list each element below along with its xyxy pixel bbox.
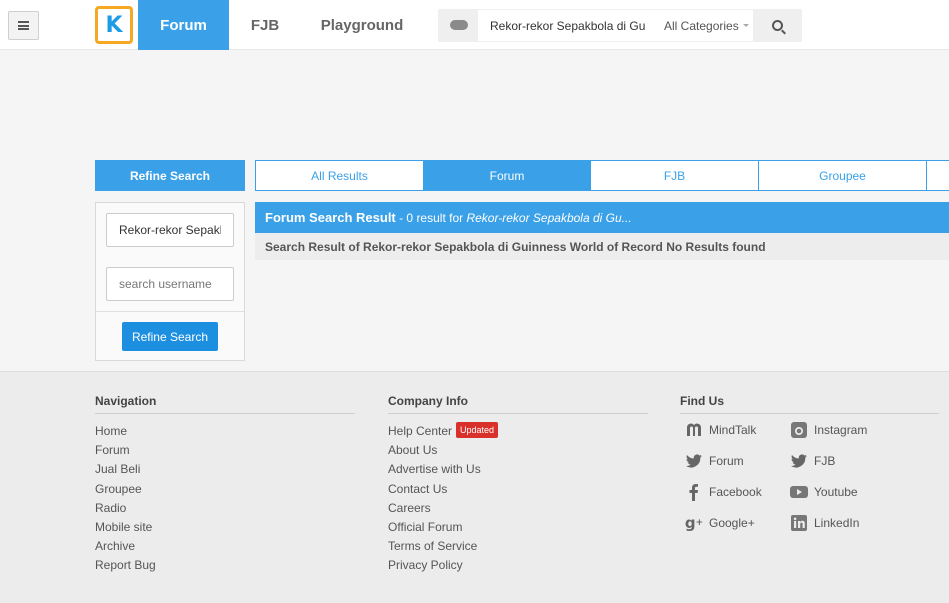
facebook-icon [685,483,703,501]
logo-letter: K [105,12,123,38]
footer-link-advertise[interactable]: Advertise with Us [388,460,648,479]
tab-overflow[interactable] [926,160,949,191]
footer-company-title: Company Info [388,394,648,414]
caret-down-icon [743,24,749,27]
social-label: Forum [709,454,744,468]
tab-groupee[interactable]: Groupee [758,160,927,191]
social-label: FJB [814,454,836,468]
social-label: LinkedIn [814,516,860,530]
refine-search-button[interactable]: Refine Search [122,322,218,351]
keyword-input[interactable] [106,213,234,247]
social-label: Instagram [814,423,868,437]
footer-link-about-us[interactable]: About Us [388,441,648,460]
nav-tab-fjb[interactable]: FJB [229,0,301,50]
refine-search-header: Refine Search [95,160,245,191]
search-bar: All Categories [438,9,802,42]
youtube-icon [790,483,808,501]
linkedin-icon [790,514,808,532]
social-link-twitter-fjb[interactable]: FJB [790,451,835,471]
footer-link-contact-us[interactable]: Contact Us [388,480,648,499]
result-header: Forum Search Result - 0 result for Rekor… [255,202,949,233]
tab-fjb[interactable]: FJB [590,160,759,191]
kaskus-logo[interactable]: K [95,6,133,44]
social-label: Google+ [709,516,755,530]
footer-link-home[interactable]: Home [95,422,355,441]
nav-tab-forum[interactable]: Forum [138,0,229,50]
footer-company: Company Info Help Center Updated About Us… [388,394,648,576]
footer-link-archive[interactable]: Archive [95,537,355,556]
social-label: Youtube [814,485,858,499]
hamburger-menu-button[interactable] [8,11,39,40]
tab-all-results[interactable]: All Results [255,160,424,191]
tab-forum[interactable]: Forum [423,160,591,191]
instagram-icon [790,421,808,439]
googleplus-icon: g + [684,514,704,532]
divider [96,311,244,312]
chat-bubble-icon [450,20,468,30]
footer-link-forum[interactable]: Forum [95,441,355,460]
social-link-googleplus[interactable]: g + Google+ [685,513,755,533]
refine-search-panel: Refine Search [95,202,245,361]
result-title: Forum Search Result [265,210,396,225]
result-count: - 0 result for [395,210,467,225]
footer: Navigation Home Forum Jual Beli Groupee … [0,371,949,603]
footer-find-us-title: Find Us [680,394,939,414]
category-dropdown[interactable]: All Categories [658,10,753,41]
updated-badge: Updated [456,422,499,438]
footer-link-official-forum[interactable]: Official Forum [388,518,648,537]
social-link-instagram[interactable]: Instagram [790,420,867,440]
social-link-youtube[interactable]: Youtube [790,482,858,502]
footer-link-radio[interactable]: Radio [95,499,355,518]
username-input[interactable] [106,267,234,301]
search-input[interactable] [478,10,658,41]
footer-link-privacy[interactable]: Privacy Policy [388,556,648,575]
search-button[interactable] [753,10,801,41]
footer-link-jual-beli[interactable]: Jual Beli [95,460,355,479]
top-bar: K Forum FJB Playground All Categories [0,0,949,50]
twitter-icon [685,452,703,470]
footer-link-mobile-site[interactable]: Mobile site [95,518,355,537]
social-label: MindTalk [709,423,757,437]
footer-link-careers[interactable]: Careers [388,499,648,518]
social-link-twitter-forum[interactable]: Forum [685,451,744,471]
no-results-message: Search Result of Rekor-rekor Sepakbola d… [255,233,949,260]
search-icon [771,20,783,31]
footer-navigation-title: Navigation [95,394,355,414]
social-label: Facebook [709,485,762,499]
mindtalk-icon [685,421,703,439]
footer-link-terms[interactable]: Terms of Service [388,537,648,556]
footer-find-us: Find Us [680,394,939,414]
twitter-icon [790,452,808,470]
result-query: Rekor-rekor Sepakbola di Gu... [466,210,632,225]
category-dropdown-label: All Categories [664,19,739,33]
social-link-linkedin[interactable]: LinkedIn [790,513,859,533]
social-link-facebook[interactable]: Facebook [685,482,762,502]
nav-tab-playground[interactable]: Playground [301,0,423,50]
footer-navigation: Navigation Home Forum Jual Beli Groupee … [95,394,355,576]
social-link-mindtalk[interactable]: MindTalk [685,420,756,440]
footer-link-help-center[interactable]: Help Center [388,424,452,438]
footer-link-report-bug[interactable]: Report Bug [95,556,355,575]
hamburger-icon [18,21,29,30]
footer-link-groupee[interactable]: Groupee [95,480,355,499]
